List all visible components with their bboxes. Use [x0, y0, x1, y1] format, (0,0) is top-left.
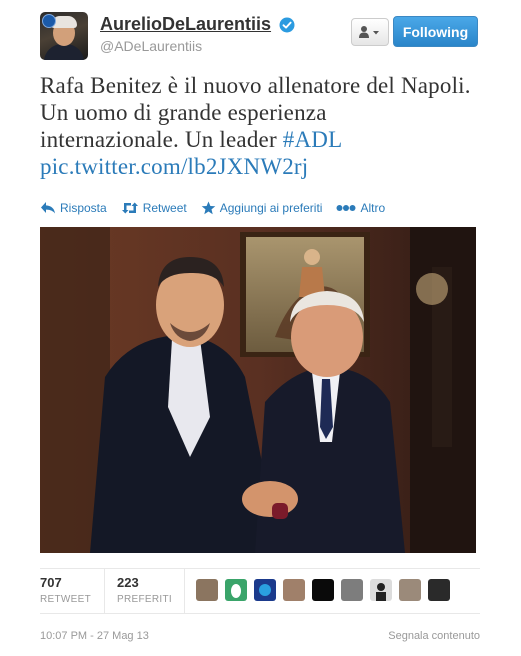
tweet-text-line-3-body: internazionale. Un leader: [40, 127, 283, 152]
napoli-logo-icon: [259, 584, 271, 596]
photo-image: [40, 227, 476, 553]
stats-divider: [104, 569, 105, 613]
tweet-stats: 707 RETWEET 223 PREFERITI: [40, 568, 480, 614]
favoriter-avatar[interactable]: [225, 579, 247, 601]
stats-divider: [184, 569, 185, 613]
favoriter-avatar[interactable]: [341, 579, 363, 601]
user-names: AurelioDeLaurentiis @ADeLaurentiis: [100, 14, 295, 54]
favoriter-avatar[interactable]: [428, 579, 450, 601]
favorites-stat[interactable]: 223 PREFERITI: [117, 575, 172, 605]
avatar-shoulders: [44, 44, 84, 60]
user-full-name[interactable]: AurelioDeLaurentiis: [100, 14, 271, 35]
retweet-action[interactable]: Retweet: [121, 201, 187, 215]
more-dots-icon: [336, 205, 356, 211]
user-screen-name[interactable]: @ADeLaurentiis: [100, 38, 295, 54]
hashtag-link[interactable]: #ADL: [283, 127, 343, 152]
tweet-text-line-3: internazionale. Un leader #ADL: [40, 126, 485, 153]
favoriter-avatar[interactable]: [312, 579, 334, 601]
retweets-label: RETWEET: [40, 594, 91, 605]
reply-action[interactable]: Risposta: [40, 201, 107, 215]
following-button[interactable]: Following: [393, 16, 478, 47]
tweet-header: AurelioDeLaurentiis @ADeLaurentiis Follo…: [40, 12, 480, 64]
egg-icon: [231, 584, 241, 598]
tweet-timestamp[interactable]: 10:07 PM - 27 Mag 13: [40, 630, 149, 642]
reply-label: Risposta: [60, 201, 107, 215]
person-silhouette-icon: [376, 583, 386, 601]
favoriter-avatar[interactable]: [196, 579, 218, 601]
report-link[interactable]: Segnala contenuto: [388, 630, 480, 642]
pic-link[interactable]: pic.twitter.com/lb2JXNW2rj: [40, 154, 308, 179]
retweets-stat[interactable]: 707 RETWEET: [40, 575, 91, 605]
more-action[interactable]: Altro: [336, 201, 385, 215]
favorite-label: Aggiungi ai preferiti: [219, 201, 323, 215]
tweet-photo[interactable]: [40, 227, 476, 553]
tweet-text-line-1: Rafa Benitez è il nuovo allenatore del N…: [40, 73, 471, 98]
star-icon: [201, 201, 216, 215]
verified-badge-icon: [279, 17, 294, 32]
user-dropdown-icon: [359, 26, 379, 38]
favoriter-avatar[interactable]: [254, 579, 276, 601]
user-avatar[interactable]: [40, 12, 88, 60]
tweet-text: Rafa Benitez è il nuovo allenatore del N…: [40, 72, 485, 180]
tweet-text-line-2: Un uomo di grande esperienza: [40, 100, 327, 125]
tweet-actions: Risposta Retweet Aggiungi ai preferiti A…: [40, 198, 399, 218]
tweet-text-line-4: pic.twitter.com/lb2JXNW2rj: [40, 153, 485, 180]
user-actions-dropdown[interactable]: [351, 18, 389, 46]
retweet-icon: [121, 202, 138, 214]
favoriter-avatar[interactable]: [399, 579, 421, 601]
favoriter-avatar[interactable]: [370, 579, 392, 601]
favoriter-avatar[interactable]: [283, 579, 305, 601]
favorites-label: PREFERITI: [117, 594, 172, 605]
tweet-footer: 10:07 PM - 27 Mag 13 Segnala contenuto: [40, 630, 480, 642]
avatar-badge: [42, 14, 56, 28]
reply-arrow-icon: [41, 202, 55, 214]
favorite-action[interactable]: Aggiungi ai preferiti: [201, 201, 323, 215]
favorites-count: 223: [117, 575, 139, 590]
more-label: Altro: [360, 201, 386, 215]
retweets-count: 707: [40, 575, 62, 590]
favoriters-avatars: [196, 579, 457, 601]
retweet-label: Retweet: [142, 201, 187, 215]
